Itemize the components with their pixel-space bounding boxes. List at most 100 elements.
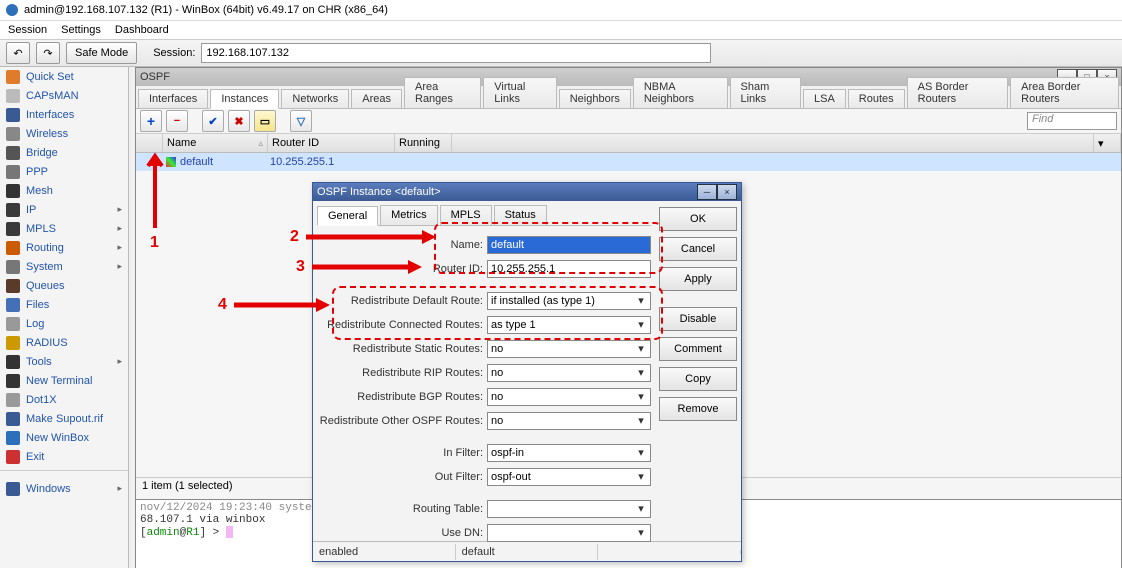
grid-header-running[interactable]: Running [395, 134, 452, 152]
disable-button-2[interactable]: Disable [659, 307, 737, 331]
add-button[interactable]: + [140, 110, 162, 132]
cancel-button[interactable]: Cancel [659, 237, 737, 261]
disable-button[interactable]: ✖ [228, 110, 250, 132]
remove-button[interactable]: Remove [659, 397, 737, 421]
tab-area-ranges[interactable]: Area Ranges [404, 77, 481, 108]
sidebar-icon [6, 146, 20, 160]
redistribute-default-select[interactable]: if installed (as type 1) [487, 292, 651, 310]
redistribute-connected-select[interactable]: as type 1 [487, 316, 651, 334]
plus-icon: + [147, 113, 155, 129]
sidebar-item-dot1x[interactable]: Dot1X [0, 390, 128, 409]
ok-button[interactable]: OK [659, 207, 737, 231]
menu-settings[interactable]: Settings [61, 24, 101, 36]
sidebar-item-radius[interactable]: RADIUS [0, 333, 128, 352]
menu-session[interactable]: Session [8, 24, 47, 36]
redistribute-bgp-select[interactable]: no [487, 388, 651, 406]
redistribute-static-select[interactable]: no [487, 340, 651, 358]
minus-icon: − [174, 115, 180, 127]
sidebar-item-capsman[interactable]: CAPsMAN [0, 86, 128, 105]
sidebar-icon [6, 165, 20, 179]
redistribute-other-select[interactable]: no [487, 412, 651, 430]
sidebar-item-log[interactable]: Log [0, 314, 128, 333]
redistribute-rip-label: Redistribute RIP Routes: [317, 367, 487, 379]
ospf-instance-dialog: OSPF Instance <default> ─ × GeneralMetri… [312, 182, 742, 562]
router-id-input[interactable]: 10.255.255.1 [487, 260, 651, 278]
enable-button[interactable]: ✔ [202, 110, 224, 132]
in-filter-select[interactable]: ospf-in [487, 444, 651, 462]
sidebar-item-mesh[interactable]: Mesh [0, 181, 128, 200]
sidebar-item-queues[interactable]: Queues [0, 276, 128, 295]
comment-button-2[interactable]: Comment [659, 337, 737, 361]
sidebar-item-label: Bridge [26, 147, 58, 159]
sidebar-item-ip[interactable]: IP▸ [0, 200, 128, 219]
sidebar-item-new-terminal[interactable]: New Terminal [0, 371, 128, 390]
undo-button[interactable]: ↶ [6, 42, 30, 64]
session-address-box[interactable]: 192.168.107.132 [201, 43, 711, 63]
sidebar-item-label: New WinBox [26, 432, 89, 444]
routing-table-label: Routing Table: [317, 503, 487, 515]
tab-as-border-routers[interactable]: AS Border Routers [907, 77, 1009, 108]
sidebar-item-exit[interactable]: Exit [0, 447, 128, 466]
comment-button[interactable]: ▭ [254, 110, 276, 132]
tab-routes[interactable]: Routes [848, 89, 905, 108]
grid-header-name[interactable]: Name▵ [163, 134, 268, 152]
sidebar-item-mpls[interactable]: MPLS▸ [0, 219, 128, 238]
tab-interfaces[interactable]: Interfaces [138, 89, 208, 108]
sidebar-item-tools[interactable]: Tools▸ [0, 352, 128, 371]
sidebar-item-files[interactable]: Files [0, 295, 128, 314]
tab-nbma-neighbors[interactable]: NBMA Neighbors [633, 77, 728, 108]
dialog-tab-general[interactable]: General [317, 206, 378, 226]
grid-header-blank[interactable] [136, 134, 163, 152]
redistribute-connected-label: Redistribute Connected Routes: [317, 319, 487, 331]
remove-row-button[interactable]: − [166, 110, 188, 132]
sidebar-item-quick-set[interactable]: Quick Set [0, 67, 128, 86]
dialog-tab-metrics[interactable]: Metrics [380, 205, 437, 225]
chevron-right-icon: ▸ [117, 223, 122, 234]
find-input[interactable]: Find [1027, 112, 1117, 130]
dialog-minimize-button[interactable]: ─ [697, 184, 717, 200]
grid-header-router-id[interactable]: Router ID [268, 134, 395, 152]
sidebar-item-label: Exit [26, 451, 44, 463]
filter-button[interactable]: ▽ [290, 110, 312, 132]
tab-sham-links[interactable]: Sham Links [730, 77, 802, 108]
windows-icon [6, 482, 20, 496]
redistribute-static-label: Redistribute Static Routes: [317, 343, 487, 355]
sidebar-item-wireless[interactable]: Wireless [0, 124, 128, 143]
sidebar-item-bridge[interactable]: Bridge [0, 143, 128, 162]
apply-button[interactable]: Apply [659, 267, 737, 291]
sidebar-item-ppp[interactable]: PPP [0, 162, 128, 181]
instance-icon [166, 157, 176, 167]
dialog-tab-mpls[interactable]: MPLS [440, 205, 492, 225]
tab-neighbors[interactable]: Neighbors [559, 89, 631, 108]
tab-networks[interactable]: Networks [281, 89, 349, 108]
redistribute-rip-select[interactable]: no [487, 364, 651, 382]
table-row[interactable]: default 10.255.255.1 [136, 153, 1121, 171]
tab-instances[interactable]: Instances [210, 89, 279, 109]
sidebar-item-label: Files [26, 299, 49, 311]
redo-button[interactable]: ↷ [36, 42, 60, 64]
sidebar-item-interfaces[interactable]: Interfaces [0, 105, 128, 124]
routing-table-select[interactable] [487, 500, 651, 518]
use-dn-select[interactable] [487, 524, 651, 542]
sidebar-item-routing[interactable]: Routing▸ [0, 238, 128, 257]
name-input[interactable]: default [487, 236, 651, 254]
grid-header-dropdown[interactable]: ▾ [1094, 134, 1121, 152]
sidebar-item-windows[interactable]: Windows ▸ [0, 479, 128, 498]
dialog-titlebar[interactable]: OSPF Instance <default> ─ × [313, 183, 741, 201]
menu-dashboard[interactable]: Dashboard [115, 24, 169, 36]
ospf-grid: Name▵ Router ID Running ▾ default 10.255… [136, 134, 1121, 171]
redo-icon: ↷ [43, 47, 52, 60]
tab-areas[interactable]: Areas [351, 89, 402, 108]
sidebar-item-make-supout-rif[interactable]: Make Supout.rif [0, 409, 128, 428]
sidebar-item-new-winbox[interactable]: New WinBox [0, 428, 128, 447]
sidebar-item-system[interactable]: System▸ [0, 257, 128, 276]
dialog-tab-status[interactable]: Status [494, 205, 547, 225]
copy-button[interactable]: Copy [659, 367, 737, 391]
tab-area-border-routers[interactable]: Area Border Routers [1010, 77, 1119, 108]
tab-lsa[interactable]: LSA [803, 89, 846, 108]
tab-virtual-links[interactable]: Virtual Links [483, 77, 556, 108]
safe-mode-button[interactable]: Safe Mode [66, 42, 137, 64]
dialog-close-button[interactable]: × [717, 184, 737, 200]
out-filter-select[interactable]: ospf-out [487, 468, 651, 486]
funnel-icon: ▽ [297, 115, 305, 128]
